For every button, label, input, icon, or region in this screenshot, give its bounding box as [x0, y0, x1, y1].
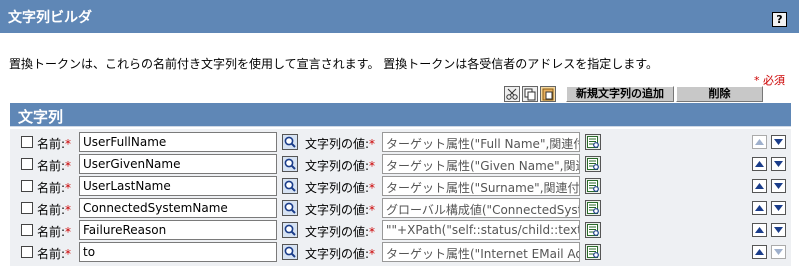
move-up-icon[interactable] [752, 223, 767, 237]
value-input[interactable]: ターゲット属性("Surname",関連付けさ [382, 176, 580, 196]
name-label: 名前:* [37, 159, 72, 173]
string-row: 名前:* UserGivenName 文字列の値:* ターゲット属性("Give… [10, 153, 791, 175]
value-input[interactable]: ターゲット属性("Full Name",関連付け [382, 132, 580, 152]
help-button[interactable]: ? [772, 12, 787, 27]
section-title: 文字列 [18, 108, 64, 126]
argument-builder-icon[interactable] [585, 244, 601, 260]
name-input[interactable]: UserLastName [79, 176, 277, 196]
argument-builder-icon[interactable] [585, 134, 601, 150]
search-icon[interactable] [282, 156, 298, 172]
argument-builder-icon[interactable] [585, 222, 601, 238]
value-label: 文字列の値:* [305, 137, 376, 151]
argument-builder-icon[interactable] [585, 156, 601, 172]
title-bar: 文字列ビルダ ? [0, 0, 799, 33]
argument-builder-icon[interactable] [585, 178, 601, 194]
string-row: 名前:* UserLastName 文字列の値:* ターゲット属性("Surna… [10, 175, 791, 197]
value-input[interactable]: ターゲット属性("Given Name",関連付 [382, 154, 580, 174]
description-text: 置換トークンは、これらの名前付き文字列を使用して宣言されます。 置換トークンは各… [9, 57, 659, 71]
move-down-icon[interactable] [771, 157, 786, 171]
move-up-icon[interactable] [752, 157, 767, 171]
name-label: 名前:* [37, 225, 72, 239]
row-checkbox[interactable] [21, 224, 33, 236]
value-input[interactable]: グローバル構成値("ConnectedSystemN [382, 198, 580, 218]
name-label: 名前:* [37, 203, 72, 217]
add-string-button[interactable]: 新規文字列の追加 [566, 86, 674, 102]
name-label: 名前:* [37, 137, 72, 151]
move-up-icon[interactable] [752, 179, 767, 193]
name-input[interactable]: FailureReason [79, 220, 277, 240]
search-icon[interactable] [282, 244, 298, 260]
move-down-icon[interactable] [771, 179, 786, 193]
string-list: 名前:* UserFullName 文字列の値:* ターゲット属性("Full … [10, 129, 791, 266]
move-down-icon[interactable] [771, 245, 786, 259]
string-row: 名前:* to 文字列の値:* ターゲット属性("Internet EMail … [10, 241, 791, 263]
value-label: 文字列の値:* [305, 181, 376, 195]
cut-icon[interactable] [504, 86, 520, 102]
paste-icon[interactable] [540, 86, 556, 102]
move-down-icon[interactable] [771, 223, 786, 237]
value-label: 文字列の値:* [305, 247, 376, 261]
value-label: 文字列の値:* [305, 203, 376, 217]
search-icon[interactable] [282, 134, 298, 150]
move-up-icon[interactable] [752, 245, 767, 259]
move-down-icon[interactable] [771, 135, 786, 149]
search-icon[interactable] [282, 200, 298, 216]
value-input[interactable]: ""+XPath("self::status/child::text( [382, 220, 580, 240]
row-checkbox[interactable] [21, 158, 33, 170]
name-label: 名前:* [37, 181, 72, 195]
row-checkbox[interactable] [21, 246, 33, 258]
search-icon[interactable] [282, 178, 298, 194]
row-checkbox[interactable] [21, 180, 33, 192]
page-title: 文字列ビルダ [8, 10, 92, 26]
section-header: 文字列 [10, 103, 791, 127]
string-row: 名前:* UserFullName 文字列の値:* ターゲット属性("Full … [10, 131, 791, 153]
copy-icon[interactable] [522, 86, 538, 102]
search-icon[interactable] [282, 222, 298, 238]
argument-builder-icon[interactable] [585, 200, 601, 216]
row-checkbox[interactable] [21, 202, 33, 214]
move-up-icon[interactable] [752, 135, 767, 149]
move-down-icon[interactable] [771, 201, 786, 215]
row-checkbox[interactable] [21, 136, 33, 148]
delete-button[interactable]: 削除 [676, 86, 763, 102]
string-row: 名前:* FailureReason 文字列の値:* ""+XPath("sel… [10, 219, 791, 241]
string-row: 名前:* ConnectedSystemName 文字列の値:* グローバル構成… [10, 197, 791, 219]
value-input[interactable]: ターゲット属性("Internet EMail Addres [382, 242, 580, 262]
value-label: 文字列の値:* [305, 225, 376, 239]
value-label: 文字列の値:* [305, 159, 376, 173]
name-input[interactable]: to [79, 242, 277, 262]
name-input[interactable]: UserGivenName [79, 154, 277, 174]
name-input[interactable]: ConnectedSystemName [79, 198, 277, 218]
move-up-icon[interactable] [752, 201, 767, 215]
name-label: 名前:* [37, 247, 72, 261]
name-input[interactable]: UserFullName [79, 132, 277, 152]
